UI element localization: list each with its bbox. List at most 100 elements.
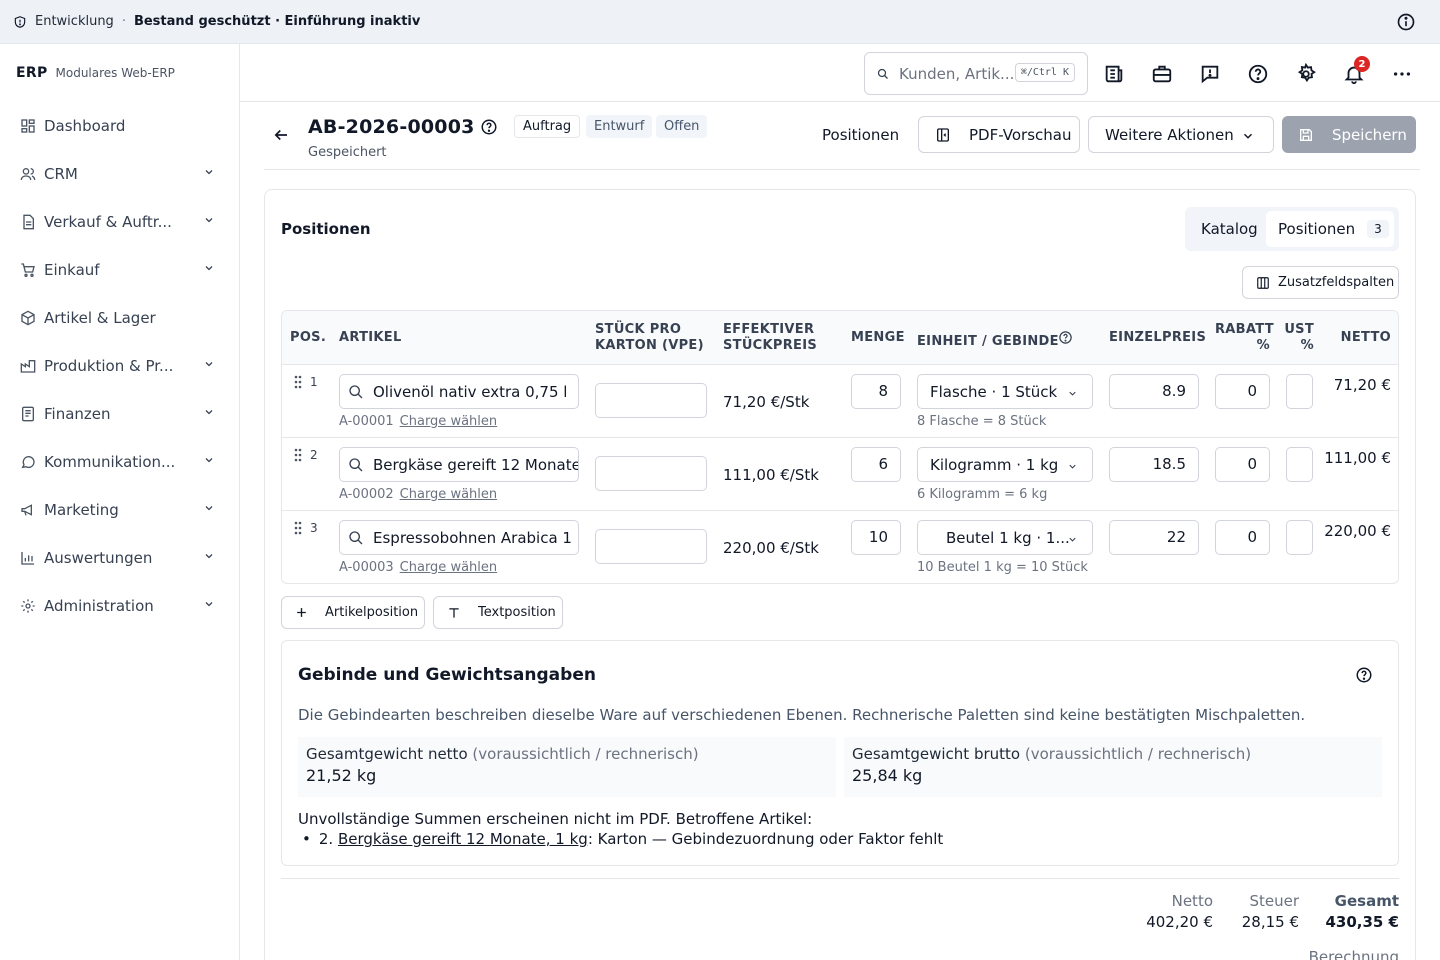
drag-handle-icon[interactable] [294, 448, 302, 462]
drag-handle-icon[interactable] [294, 521, 302, 535]
brand[interactable]: ERP Modulares Web-ERP [0, 44, 239, 102]
brand-tagline: Modulares Web-ERP [55, 66, 175, 80]
info-icon[interactable] [1396, 12, 1416, 32]
quantity-input[interactable]: 8 [851, 374, 901, 409]
chevron-down-icon [1067, 461, 1078, 472]
calculation-link[interactable]: Berechnung [1309, 948, 1399, 960]
header-article: ARTIKEL [339, 330, 402, 345]
search-input[interactable]: Kunden, Artik... ⌘/Ctrl K [864, 52, 1088, 95]
totals-gross: Gesamt 430,35 € [1325, 892, 1399, 931]
positions-count-badge: 3 [1367, 220, 1389, 238]
price-input[interactable]: 18.5 [1109, 447, 1199, 482]
article-input[interactable]: Bergkäse gereift 12 Monate, 1 kg [339, 447, 579, 482]
sidebar-item-purchasing[interactable]: Einkauf [0, 246, 239, 294]
header-vpe-line1: STÜCK PRO [595, 322, 682, 337]
tab-catalog[interactable]: Katalog [1201, 220, 1258, 238]
sidebar-item-crm[interactable]: CRM [0, 150, 239, 198]
vpe-input[interactable] [595, 383, 707, 418]
vat-input[interactable] [1286, 447, 1313, 482]
discount-input[interactable]: 0 [1215, 447, 1270, 482]
positions-card: Positionen Katalog Positionen 3 Zusatzfe… [264, 189, 1416, 960]
search-shortcut: ⌘/Ctrl K [1014, 63, 1075, 82]
sidebar-item-finance[interactable]: Finanzen [0, 390, 239, 438]
more-icon[interactable] [1390, 62, 1414, 86]
chart-icon [20, 550, 36, 566]
issue-text: : Karton — Gebindezuordnung oder Faktor … [587, 830, 944, 848]
header-vpe-line2: KARTON (VPE) [595, 338, 704, 353]
help-icon[interactable] [1246, 62, 1270, 86]
vat-input[interactable] [1286, 374, 1313, 409]
discount-input[interactable]: 0 [1215, 520, 1270, 555]
more-actions-button[interactable]: Weitere Aktionen [1088, 116, 1274, 153]
newspaper-icon[interactable] [1102, 62, 1126, 86]
factory-icon [20, 358, 36, 374]
status-badge-open: Offen [656, 115, 708, 138]
sidebar-item-sales[interactable]: Verkauf & Auftr... [0, 198, 239, 246]
chevron-down-icon [203, 550, 215, 562]
sidebar-item-label: Auswertungen [44, 549, 153, 567]
pdf-preview-button[interactable]: PDF-Vorschau [918, 116, 1080, 153]
add-text-position-button[interactable]: Textposition [433, 596, 563, 629]
chevron-down-icon [203, 262, 215, 274]
search-icon [877, 68, 889, 80]
help-icon[interactable] [1355, 666, 1373, 684]
search-icon [348, 384, 364, 400]
quantity-input[interactable]: 6 [851, 447, 901, 482]
vat-input[interactable] [1286, 520, 1313, 555]
table-header: POS. ARTIKEL STÜCK PRO KARTON (VPE) EFFEK… [282, 311, 1398, 365]
header-price: EINZELPREIS [1109, 330, 1207, 345]
choose-batch-link[interactable]: Charge wählen [400, 414, 497, 429]
vpe-input[interactable] [595, 456, 707, 491]
header-qty: MENGE [851, 330, 905, 345]
net-amount: 111,00 € [1324, 449, 1391, 467]
help-icon[interactable] [1058, 330, 1073, 345]
effective-price: 220,00 €/Stk [723, 539, 819, 557]
megaphone-icon [20, 502, 36, 518]
settings-icon[interactable] [1294, 62, 1318, 86]
vpe-input[interactable] [595, 529, 707, 564]
search-icon [348, 457, 364, 473]
sidebar-item-production[interactable]: Produktion & Pr... [0, 342, 239, 390]
sidebar-item-dashboard[interactable]: Dashboard [0, 102, 239, 150]
extra-columns-label: Zusatzfeldspalten [1278, 275, 1395, 290]
document-header: AB-2026-00003 Auftrag Entwurf Offen Gesp… [264, 102, 1420, 170]
sidebar-item-marketing[interactable]: Marketing [0, 486, 239, 534]
price-input[interactable]: 8.9 [1109, 374, 1199, 409]
back-arrow-icon[interactable] [272, 126, 290, 144]
sidebar-item-reports[interactable]: Auswertungen [0, 534, 239, 582]
sidebar-item-label: Produktion & Pr... [44, 357, 174, 375]
article-sku: A-00002 [339, 487, 394, 502]
net-weight-value: 21,52 kg [306, 766, 377, 785]
article-input[interactable]: Olivenöl nativ extra 0,75 l [339, 374, 579, 409]
briefcase-icon[interactable] [1150, 62, 1174, 86]
table-row: 2 Bergkäse gereift 12 Monate, 1 kg A-000… [282, 438, 1398, 511]
totals-net: Netto 402,20 € [1146, 892, 1213, 931]
extra-columns-button[interactable]: Zusatzfeldspalten [1242, 266, 1399, 299]
unit-select[interactable]: Flasche · 1 Stück [917, 374, 1093, 409]
tab-positions[interactable]: Positionen 3 [1266, 211, 1394, 247]
discount-input[interactable]: 0 [1215, 374, 1270, 409]
packaging-description: Die Gebindearten beschreiben dieselbe Wa… [298, 706, 1306, 724]
packaging-title: Gebinde und Gewichtsangaben [298, 665, 596, 685]
unit-select[interactable]: Beutel 1 kg · 1... [917, 520, 1093, 555]
sidebar-item-communication[interactable]: Kommunikation... [0, 438, 239, 486]
net-amount: 71,20 € [1333, 376, 1391, 394]
positions-button[interactable]: Positionen [812, 116, 909, 153]
net-weight-title: Gesamtgewicht netto [306, 745, 468, 763]
add-article-position-button[interactable]: Artikelposition [281, 596, 425, 629]
sidebar-item-administration[interactable]: Administration [0, 582, 239, 630]
header-effective-price: EFFEKTIVER STÜCKPREIS [723, 322, 817, 354]
unit-select[interactable]: Kilogramm · 1 kg [917, 447, 1093, 482]
article-input[interactable]: Espressobohnen Arabica 1 kg [339, 520, 579, 555]
header-pos: POS. [290, 330, 327, 345]
choose-batch-link[interactable]: Charge wählen [400, 487, 497, 502]
drag-handle-icon[interactable] [294, 375, 302, 389]
quantity-input[interactable]: 10 [851, 520, 901, 555]
choose-batch-link[interactable]: Charge wählen [400, 560, 497, 575]
feedback-icon[interactable] [1198, 62, 1222, 86]
issue-article-link[interactable]: Bergkäse gereift 12 Monate, 1 kg [338, 830, 588, 848]
help-icon[interactable] [480, 118, 498, 136]
save-button[interactable]: Speichern [1282, 116, 1416, 153]
price-input[interactable]: 22 [1109, 520, 1199, 555]
sidebar-item-articles[interactable]: Artikel & Lager [0, 294, 239, 342]
